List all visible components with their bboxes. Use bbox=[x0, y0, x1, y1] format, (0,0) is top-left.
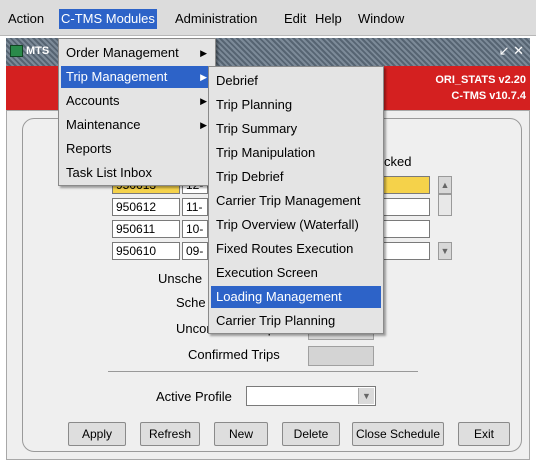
menu-item-trip-summary[interactable]: Trip Summary bbox=[211, 118, 381, 140]
active-profile-select[interactable]: ▼ bbox=[246, 386, 376, 406]
row-date-cell[interactable]: 09- bbox=[182, 242, 208, 260]
menu-item-trip-management[interactable]: Trip Management ▶ bbox=[61, 66, 213, 88]
menu-item-debrief[interactable]: Debrief bbox=[211, 70, 381, 92]
scheduled-label: Sche bbox=[176, 295, 206, 310]
menu-item-maintenance[interactable]: Maintenance ▶ bbox=[61, 114, 213, 136]
submenu-arrow-icon: ▶ bbox=[200, 120, 207, 130]
submenu-arrow-icon: ▶ bbox=[200, 48, 207, 58]
menu-window[interactable]: Window bbox=[356, 9, 406, 29]
menu-administration[interactable]: Administration bbox=[173, 9, 259, 29]
row-date-cell[interactable]: 10- bbox=[182, 220, 208, 238]
version-ctms: C-TMS v10.7.4 bbox=[451, 90, 526, 102]
confirmed-trips-field bbox=[308, 346, 374, 366]
submenu-arrow-icon: ▶ bbox=[200, 72, 207, 82]
menu-item-trip-debrief[interactable]: Trip Debrief bbox=[211, 166, 381, 188]
delete-button[interactable]: Delete bbox=[282, 422, 340, 446]
row-id-cell[interactable]: 950610 bbox=[112, 242, 180, 260]
close-schedule-button[interactable]: Close Schedule bbox=[352, 422, 444, 446]
menu-item-loading-management[interactable]: Loading Management bbox=[211, 286, 381, 308]
column-header-partial-2: cked bbox=[384, 154, 412, 169]
menu-item-label: Trip Management bbox=[66, 69, 168, 84]
window-controls[interactable]: ↙ ✕ bbox=[499, 43, 524, 59]
menu-edit[interactable]: Edit bbox=[282, 9, 308, 29]
active-profile-label: Active Profile bbox=[156, 389, 232, 404]
menu-item-trip-overview-waterfall[interactable]: Trip Overview (Waterfall) bbox=[211, 214, 381, 236]
unscheduled-label: Unsche bbox=[158, 271, 203, 286]
menu-item-carrier-trip-management[interactable]: Carrier Trip Management bbox=[211, 190, 381, 212]
chevron-down-icon[interactable]: ▼ bbox=[358, 388, 374, 404]
menu-item-label: Task List Inbox bbox=[66, 165, 152, 180]
row-id-cell[interactable]: 950611 bbox=[112, 220, 180, 238]
submenu-arrow-icon: ▶ bbox=[200, 96, 207, 106]
menu-help[interactable]: Help bbox=[313, 9, 344, 29]
menu-item-order-management[interactable]: Order Management ▶ bbox=[61, 42, 213, 64]
scroll-down-button[interactable]: ▼ bbox=[438, 242, 452, 260]
new-button[interactable]: New bbox=[214, 422, 268, 446]
apply-button[interactable]: Apply bbox=[68, 422, 126, 446]
trip-management-submenu: Debrief Trip Planning Trip Summary Trip … bbox=[208, 66, 384, 334]
exit-button[interactable]: Exit bbox=[458, 422, 510, 446]
scroll-up-button[interactable]: ▲ bbox=[438, 176, 452, 194]
menu-item-label: Reports bbox=[66, 141, 112, 156]
version-ori-stats: ORI_STATS v2.20 bbox=[435, 74, 526, 86]
menu-item-fixed-routes-execution[interactable]: Fixed Routes Execution bbox=[211, 238, 381, 260]
menu-bar: Action C-TMS Modules Administration Edit… bbox=[0, 0, 536, 36]
row-date-cell[interactable]: 11- bbox=[182, 198, 208, 216]
app-icon bbox=[10, 45, 23, 57]
menu-item-label: Maintenance bbox=[66, 117, 141, 132]
ctms-modules-menu: Order Management ▶ Trip Management ▶ Acc… bbox=[58, 38, 216, 186]
menu-item-task-list-inbox[interactable]: Task List Inbox bbox=[61, 162, 213, 184]
window-title: MTS bbox=[26, 45, 50, 57]
menu-item-trip-manipulation[interactable]: Trip Manipulation bbox=[211, 142, 381, 164]
scrollbar-track[interactable] bbox=[438, 194, 452, 216]
menu-action[interactable]: Action bbox=[6, 9, 46, 29]
divider bbox=[108, 371, 418, 372]
row-id-cell[interactable]: 950612 bbox=[112, 198, 180, 216]
menu-item-accounts[interactable]: Accounts ▶ bbox=[61, 90, 213, 112]
confirmed-trips-label: Confirmed Trips bbox=[188, 347, 280, 362]
menu-item-label: Accounts bbox=[66, 93, 120, 108]
menu-item-trip-planning[interactable]: Trip Planning bbox=[211, 94, 381, 116]
menu-ctms-modules[interactable]: C-TMS Modules bbox=[59, 9, 157, 29]
menu-item-execution-screen[interactable]: Execution Screen bbox=[211, 262, 381, 284]
menu-item-label: Order Management bbox=[66, 45, 179, 60]
refresh-button[interactable]: Refresh bbox=[140, 422, 200, 446]
menu-item-carrier-trip-planning[interactable]: Carrier Trip Planning bbox=[211, 310, 381, 332]
menu-item-reports[interactable]: Reports bbox=[61, 138, 213, 160]
